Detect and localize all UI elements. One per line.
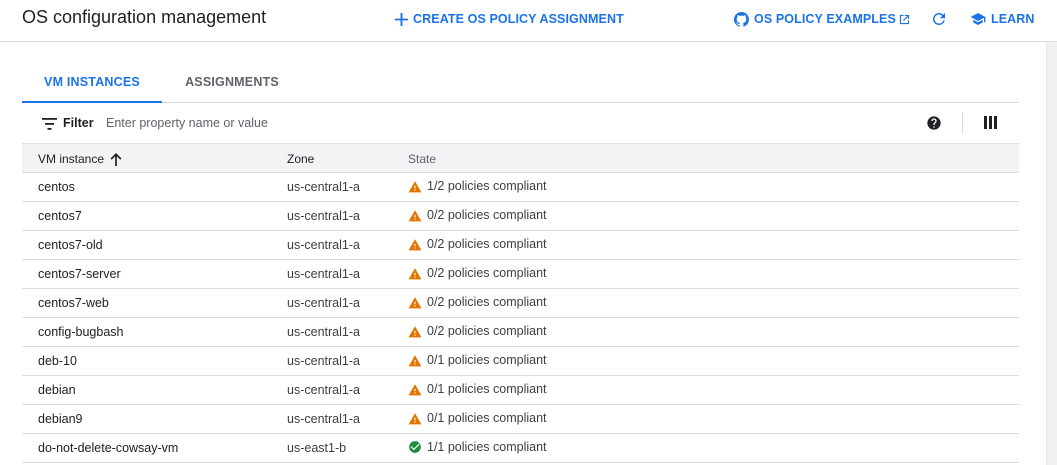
check-circle-icon (408, 440, 422, 454)
warning-icon (408, 209, 422, 222)
vm-state-label: 0/2 policies compliant (427, 324, 547, 338)
vm-instance-name[interactable]: deb-10 (38, 354, 77, 368)
create-button-label: CREATE OS POLICY ASSIGNMENT (413, 12, 624, 26)
table-row[interactable]: debian us-central1-a 0/1 policies complian… (22, 376, 1019, 405)
vm-instance-name[interactable]: config-bugbash (38, 325, 123, 339)
vm-state: 0/2 policies compliant (408, 295, 547, 309)
external-link-icon (899, 14, 910, 25)
vm-zone: us-central1-a (287, 296, 360, 310)
table-row[interactable]: centos7-old us-central1-a 0/2 policies com… (22, 231, 1019, 260)
vm-zone: us-central1-a (287, 354, 360, 368)
warning-icon (408, 267, 422, 280)
vm-instance-name[interactable]: centos7-server (38, 267, 121, 281)
vm-state-label: 0/2 policies compliant (427, 295, 547, 309)
vm-instance-name[interactable]: centos (38, 180, 75, 194)
vm-instance-name[interactable]: debian9 (38, 412, 83, 426)
help-icon[interactable] (926, 115, 942, 136)
warning-icon (408, 383, 422, 396)
filter-input[interactable] (102, 113, 510, 133)
tab-vm-instances[interactable]: VM INSTANCES (22, 62, 162, 103)
arrow-up-icon[interactable] (110, 152, 122, 166)
vm-state-label: 1/1 policies compliant (427, 440, 547, 454)
table-body: centos us-central1-a 1/2 policies complian… (22, 173, 1019, 463)
vm-state: 0/2 policies compliant (408, 237, 547, 251)
warning-icon (408, 238, 422, 251)
tab-label: VM INSTANCES (44, 74, 140, 89)
vm-instance-name[interactable]: do-not-delete-cowsay-vm (38, 441, 178, 455)
vm-state-label: 1/2 policies compliant (427, 179, 547, 193)
table-row[interactable]: centos us-central1-a 1/2 policies complian… (22, 173, 1019, 202)
column-header-label: State (408, 152, 437, 166)
warning-icon (408, 412, 422, 425)
vertical-scrollbar[interactable] (1046, 42, 1057, 465)
column-header-vm-instance[interactable]: VM instance (38, 152, 122, 166)
column-header-label: VM instance (38, 152, 105, 166)
learn-button[interactable]: LEARN (970, 10, 1035, 28)
filter-label: Filter (63, 116, 94, 130)
vm-state-label: 0/2 policies compliant (427, 237, 547, 251)
refresh-icon (930, 12, 948, 32)
column-header-state[interactable]: State (408, 152, 436, 166)
warning-icon (408, 180, 422, 193)
warning-icon (408, 354, 422, 367)
vm-zone: us-central1-a (287, 267, 360, 281)
refresh-button[interactable] (930, 10, 948, 28)
table-row[interactable]: config-bugbash us-central1-a 0/2 policies … (22, 318, 1019, 347)
vm-zone: us-central1-a (287, 325, 360, 339)
vm-instance-name[interactable]: debian (38, 383, 76, 397)
tab-label: ASSIGNMENTS (185, 75, 279, 89)
vm-instance-name[interactable]: centos7-old (38, 238, 103, 252)
vm-zone: us-central1-a (287, 238, 360, 252)
vm-state: 0/1 policies compliant (408, 382, 547, 396)
vm-state-label: 0/2 policies compliant (427, 266, 547, 280)
column-header-label: Zone (287, 152, 315, 166)
table-row[interactable]: do-not-delete-cowsay-vm us-east1-b 1/1 pol… (22, 434, 1019, 463)
tab-bar: VM INSTANCES ASSIGNMENTS (22, 62, 1019, 103)
vm-state-label: 0/2 policies compliant (427, 208, 547, 222)
os-policy-examples-link[interactable]: OS POLICY EXAMPLES (734, 10, 910, 28)
table-row[interactable]: centos7-server us-central1-a 0/2 policies … (22, 260, 1019, 289)
warning-icon (408, 296, 422, 309)
vm-zone: us-central1-a (287, 383, 360, 397)
filter-icon (42, 117, 57, 135)
vm-zone: us-central1-a (287, 180, 360, 194)
vm-state: 0/2 policies compliant (408, 324, 547, 338)
vm-state-label: 0/1 policies compliant (427, 382, 547, 396)
toolbar-divider (962, 112, 963, 134)
graduation-cap-icon (970, 12, 986, 26)
table-row[interactable]: debian9 us-central1-a 0/1 policies complia… (22, 405, 1019, 434)
table-row[interactable]: deb-10 us-central1-a 0/1 policies complian… (22, 347, 1019, 376)
vm-zone: us-central1-a (287, 209, 360, 223)
table-row[interactable]: centos7-web us-central1-a 0/2 policies com… (22, 289, 1019, 318)
filter-bar: Filter (22, 103, 1019, 144)
vm-state: 0/2 policies compliant (408, 208, 547, 222)
table-row[interactable]: centos7 us-central1-a 0/2 policies complia… (22, 202, 1019, 231)
vm-state: 1/2 policies compliant (408, 179, 547, 193)
learn-button-label: LEARN (991, 12, 1035, 26)
vm-zone: us-east1-b (287, 441, 347, 455)
table-header: VM instance Zone State (22, 144, 1019, 173)
examples-link-label: OS POLICY EXAMPLES (754, 12, 896, 26)
column-display-icon[interactable] (984, 116, 997, 134)
plus-icon (395, 12, 408, 26)
vm-zone: us-central1-a (287, 412, 360, 426)
vm-instance-name[interactable]: centos7 (38, 209, 82, 223)
page-header: OS configuration management CREATE OS PO… (0, 0, 1057, 42)
vm-state: 0/1 policies compliant (408, 353, 547, 367)
vm-state-label: 0/1 policies compliant (427, 353, 547, 367)
vm-state-label: 0/1 policies compliant (427, 411, 547, 425)
vm-state: 1/1 policies compliant (408, 440, 547, 454)
column-header-zone[interactable]: Zone (287, 152, 314, 166)
github-icon (734, 11, 749, 27)
vm-state: 0/2 policies compliant (408, 266, 547, 280)
vm-state: 0/1 policies compliant (408, 411, 547, 425)
page-title: OS configuration management (22, 7, 267, 27)
create-os-policy-assignment-button[interactable]: CREATE OS POLICY ASSIGNMENT (395, 10, 624, 28)
tab-assignments[interactable]: ASSIGNMENTS (162, 62, 302, 102)
warning-icon (408, 325, 422, 338)
vm-instance-name[interactable]: centos7-web (38, 296, 109, 310)
